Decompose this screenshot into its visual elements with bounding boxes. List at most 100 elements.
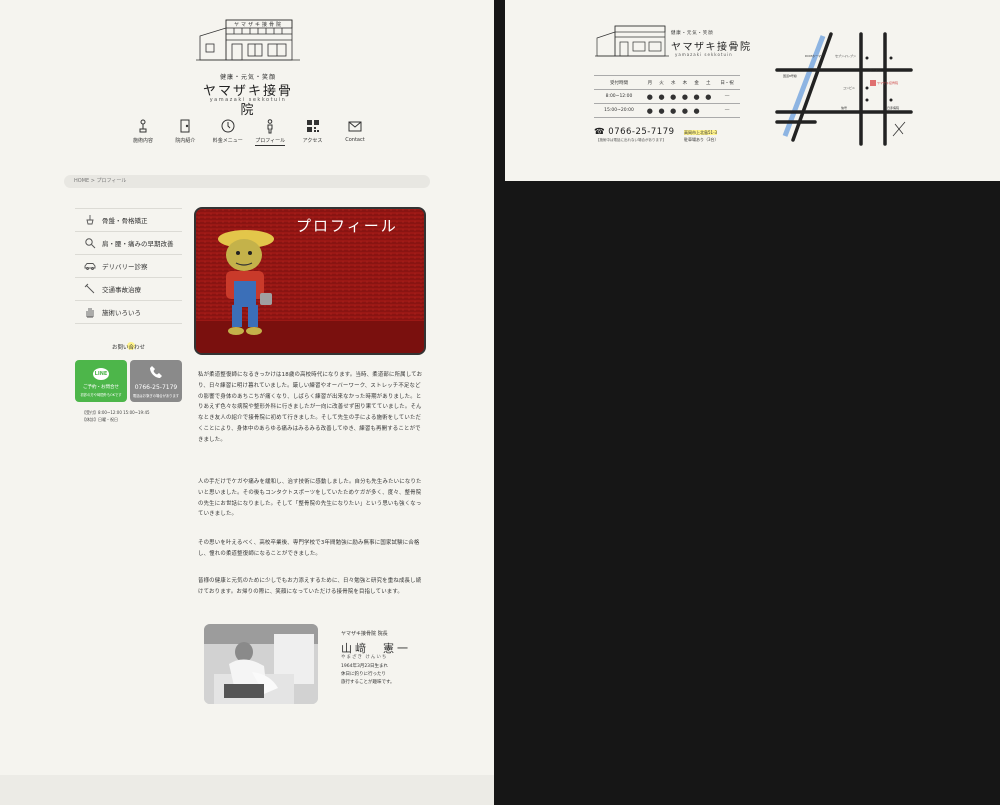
contact-heading-text: お問い合わせ [111,345,145,351]
mail-icon [348,121,362,132]
hours-table: 受付時間 月 火 水 木 金 土 日・祝 8:00~12:00 ● ● ● ● … [594,75,740,118]
paragraph-text: 私が柔道整復師になるきっかけは18歳の高校時代になります。当時、柔道部に所属して… [198,372,423,443]
table-header: 土 [702,75,715,90]
phone-icon [150,366,162,378]
clock-icon [221,119,235,133]
hand-icon [139,119,147,133]
hero-image: プロフィール [194,207,426,355]
search-icon [85,238,96,249]
footer-phone-number: 0766-25-7179 [608,127,675,137]
footer-page: 健康・元気・笑顔 ヤマザキ接骨院 yamazaki sekkotuin 受付時間… [505,0,1000,181]
person-icon [267,119,273,134]
sidebar-item-various[interactable]: 施術いろいろ [75,301,182,324]
global-nav: 施術内容 院内紹介 料金メニュー プロフィール アクセス Contact [123,118,375,146]
sidebar-item-pelvis[interactable]: 骨盤・骨格矯正 [75,208,182,232]
clinic-name-roman: yamazaki sekkotuin [209,97,287,103]
footer-phone-note: 【施術中は電話に出れない場合があります】 [596,138,666,142]
hours-reception: 【受付】8:00~12:00 15:00~19:45 [82,410,150,415]
table-row: 8:00~12:00 ● ● ● ● ● ● ― [594,89,740,104]
table-header: 水 [667,75,680,90]
profile-paragraph: 人の手だけでケガや痛みを緩和し、治す技術に感動しました。自分も先生みたいになりた… [198,477,426,520]
access-map[interactable]: DCMホーマ セブンイレブン 国道8号線 ヤマザキ接骨院 ラーメン コンビニ 信… [775,28,915,148]
nav-item-treatment[interactable]: 施術内容 [123,118,163,146]
door-icon [180,119,190,133]
parking-info: 駐車場あり（3台） [684,137,719,142]
table-header: 日・祝 [714,75,740,90]
line-button-note: 初診の方や時間外もOKです [80,393,122,397]
table-cell: ● [702,89,715,104]
profile-paragraph: 皆様の健康と元気のために少しでもお力添えするために、日々勉強と研究を重ね成長し続… [198,576,426,598]
bio-line: 1964年3月23日生まれ [341,664,389,669]
clinic-building-illustration [595,25,669,57]
logo-sign-text: ヤマザキ接骨院 [234,22,284,28]
footer-phone[interactable]: ☎ 0766-25-7179 [594,127,675,137]
paragraph-text: 人の手だけでケガや痛みを緩和し、治す技術に感動しました。自分も先生みたいになりた… [198,479,422,518]
map-label: 国道8号線 [783,74,797,78]
needle-icon [84,283,95,294]
director-title: ヤマザキ接骨院 院長 [341,631,388,637]
table-cell: ● [679,103,691,118]
sidebar-item-delivery[interactable]: デリバリー診察 [75,255,182,278]
table-cell: ● [644,89,656,104]
paragraph-text: 皆様の健康と元気のために少しでもお力添えするために、日々勉強と研究を重ね成長し続… [198,578,422,595]
table-cell: ● [690,89,703,104]
table-cell: ● [644,103,656,118]
nav-item-price[interactable]: 料金メニュー [208,118,248,146]
footer-clinic-name: ヤマザキ接骨院 [671,42,752,53]
nav-label: アクセス [302,138,323,144]
sidebar-hours: 【受付】8:00~12:00 15:00~19:45 【休診】日曜・祝日 [82,409,150,423]
sidebar-item-label: 交通事故治療 [102,286,141,294]
sidebar-item-pain[interactable]: 肩・腰・痛みの早期改善 [75,232,182,255]
site-logo[interactable]: ヤマザキ接骨院 健康・元気・笑顔 ヤマザキ接骨院 yamazaki sekkot… [196,14,300,118]
pelvis-icon [86,215,94,225]
table-cell: 8:00~12:00 [594,89,644,104]
breadcrumb[interactable]: HOME > プロフィール [64,175,430,188]
map-label: コンビニ [843,86,856,90]
car-icon [84,263,96,270]
nav-item-clinic[interactable]: 院内紹介 [165,118,205,146]
footer-tagline: 健康・元気・笑顔 [671,31,714,36]
address-line: 高岡市上北島51-3 [684,130,718,135]
nav-label: Contact [345,137,365,143]
table-row: 15:00~20:00 ● ● ● ● ● ― [594,103,740,118]
sidebar-menu: 骨盤・骨格矯正 肩・腰・痛みの早期改善 デリバリー診察 交通事故治療 施術いろい… [75,208,182,324]
paragraph-text: その思いを叶えるべく、高校卒業後、専門学校で3年間勉強に励み無事に国家試験に合格… [198,540,420,557]
table-header-row: 受付時間 月 火 水 木 金 土 日・祝 [594,75,740,90]
treatment-photo [204,624,318,704]
table-cell: ● [667,89,680,104]
bio-line: 休日に釣りに行ったり [341,672,386,677]
footer-clinic-roman: yamazaki sekkotuin [675,52,733,57]
map-label: 日赤病院 [887,106,900,110]
hand-icon [86,308,94,318]
nav-item-profile[interactable]: プロフィール [250,118,290,146]
table-cell: ― [714,103,740,118]
sidebar-item-accident[interactable]: 交通事故治療 [75,278,182,301]
table-cell [702,103,715,118]
nav-item-access[interactable]: アクセス [293,118,333,146]
qr-icon [306,120,319,132]
sidebar-item-label: 肩・腰・痛みの早期改善 [102,240,174,248]
profile-page: ヤマザキ接骨院 健康・元気・笑顔 ヤマザキ接骨院 yamazaki sekkot… [0,0,494,805]
compass-icon [892,121,906,137]
sidebar-item-label: 施術いろいろ [102,309,141,317]
map-label: DCMホーマ [805,54,821,58]
table-header: 月 [644,75,656,90]
nav-label: 料金メニュー [212,138,243,144]
director-photo [204,624,318,704]
tel-contact-button[interactable]: 0766-25-7179 電話はお繋ぎの場合があります [130,360,182,402]
table-cell: ● [690,103,703,118]
map-label: 信号 [841,106,848,110]
profile-paragraph: 私が柔道整復師になるきっかけは18歳の高校時代になります。当時、柔道部に所属して… [198,370,426,446]
line-contact-button[interactable]: LINE ご予約・お問合せ 初診の方や時間外もOKです [75,360,127,402]
nav-label: 施術内容 [132,138,153,144]
nav-item-contact[interactable]: Contact [335,118,375,146]
bio-line: 旅行することが趣味です。 [341,680,395,685]
map-label: セブンイレブン [835,54,857,58]
footer-logo[interactable]: 健康・元気・笑顔 ヤマザキ接骨院 yamazaki sekkotuin [595,22,755,72]
nav-label: プロフィール [255,138,286,146]
map-label: ヤマザキ接骨院 [877,81,899,85]
table-cell: ― [714,89,740,104]
footer-address: 高岡市上北島51-3 駐車場あり（3台） [684,129,719,143]
table-cell: ● [655,89,668,104]
sidebar-item-label: デリバリー診察 [102,263,148,271]
